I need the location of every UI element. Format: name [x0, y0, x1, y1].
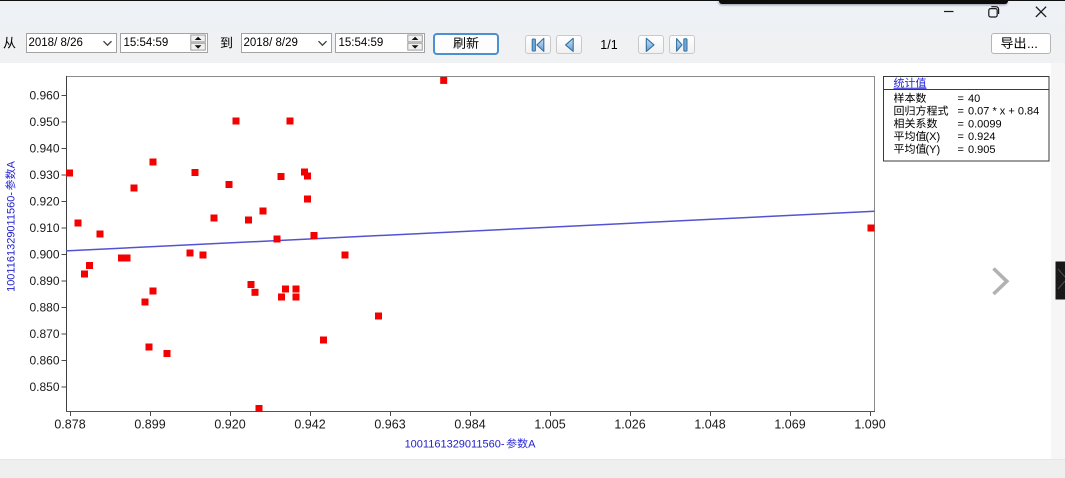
- svg-text:0.960: 0.960: [29, 89, 59, 103]
- svg-text:=: =: [958, 93, 964, 105]
- svg-text:0.899: 0.899: [134, 418, 165, 432]
- svg-text:0.924: 0.924: [968, 131, 996, 143]
- svg-text:...: ...: [1027, 36, 1038, 51]
- svg-text:1.069: 1.069: [774, 418, 805, 432]
- svg-text:1.048: 1.048: [694, 418, 725, 432]
- svg-text:0.984: 0.984: [454, 418, 485, 432]
- svg-text:0.870: 0.870: [29, 327, 59, 341]
- svg-text:(X): (X): [926, 131, 941, 143]
- svg-text:A: A: [528, 439, 536, 451]
- svg-text:0.910: 0.910: [29, 221, 59, 235]
- svg-text:0.942: 0.942: [294, 418, 325, 432]
- svg-text:=: =: [958, 106, 964, 118]
- svg-text:0.0099: 0.0099: [968, 118, 1002, 130]
- svg-text:1.005: 1.005: [534, 418, 565, 432]
- svg-text:0.880: 0.880: [29, 301, 59, 315]
- svg-text:0.905: 0.905: [968, 144, 996, 156]
- svg-text:0.878: 0.878: [54, 418, 85, 432]
- svg-text:0.930: 0.930: [29, 168, 59, 182]
- svg-text:1001161329011560-: 1001161329011560-: [6, 192, 18, 292]
- svg-text:0.860: 0.860: [29, 354, 59, 368]
- svg-text:0.950: 0.950: [29, 115, 59, 129]
- svg-text:(Y): (Y): [926, 144, 941, 156]
- svg-text:0.940: 0.940: [29, 142, 59, 156]
- svg-text:0.920: 0.920: [214, 418, 245, 432]
- svg-text:1.026: 1.026: [614, 418, 645, 432]
- svg-text:0.963: 0.963: [374, 418, 405, 432]
- svg-text:=: =: [958, 131, 964, 143]
- svg-text:1.090: 1.090: [854, 418, 885, 432]
- svg-text:40: 40: [968, 93, 980, 105]
- svg-text:=: =: [958, 118, 964, 130]
- svg-text:0.900: 0.900: [29, 248, 59, 262]
- svg-text:A: A: [6, 160, 18, 168]
- svg-text:=: =: [958, 144, 964, 156]
- svg-text:0.920: 0.920: [29, 195, 59, 209]
- svg-text:0.850: 0.850: [29, 380, 59, 394]
- svg-text:0.07 * x + 0.84: 0.07 * x + 0.84: [968, 106, 1039, 118]
- svg-text:0.890: 0.890: [29, 274, 59, 288]
- svg-text:1001161329011560-: 1001161329011560-: [405, 439, 505, 451]
